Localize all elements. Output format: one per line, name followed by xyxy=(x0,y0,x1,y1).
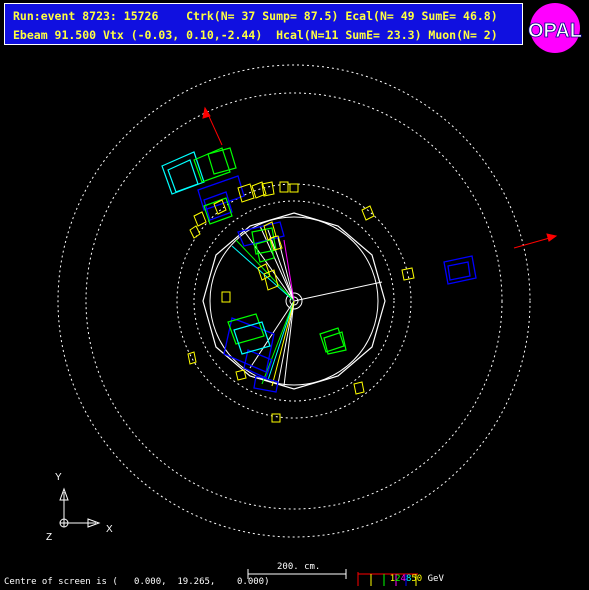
detector-canvas: Y X Z OPAL xyxy=(46,3,582,586)
axis-z-label: Z xyxy=(46,532,52,543)
energy-value-50: 50 xyxy=(411,574,423,584)
axes-indicator xyxy=(59,487,101,528)
screen-centre-text: Centre of screen is ( 0.000, 19.265, 0.0… xyxy=(4,577,270,587)
axis-y-label: Y xyxy=(55,472,62,483)
axis-x-label: X xyxy=(106,524,113,535)
header-line-1: Run:event 8723: 15726 Ctrk(N= 37 Sump= 8… xyxy=(13,9,498,23)
opal-logo: OPAL xyxy=(528,3,582,53)
muon-arrows xyxy=(202,106,558,249)
energy-legend: 124850 GeV xyxy=(368,564,444,590)
ecal-green-blocks xyxy=(161,147,347,355)
event-display: Y X Z OPAL Run:event 8723: 15726 Ctrk(N=… xyxy=(0,0,589,590)
energy-unit: GeV xyxy=(427,574,444,584)
header-line-2: Ebeam 91.500 Vtx (-0.03, 0.10,-2.44) Hca… xyxy=(13,28,498,42)
ecal-clusters xyxy=(197,175,477,393)
colored-tracks xyxy=(231,239,295,387)
logo-text: OPAL xyxy=(528,20,582,42)
event-header: Run:event 8723: 15726 Ctrk(N= 37 Sump= 8… xyxy=(4,3,523,45)
hcal-towers xyxy=(187,181,415,423)
scale-bar-label: 200. cm. xyxy=(277,562,321,572)
